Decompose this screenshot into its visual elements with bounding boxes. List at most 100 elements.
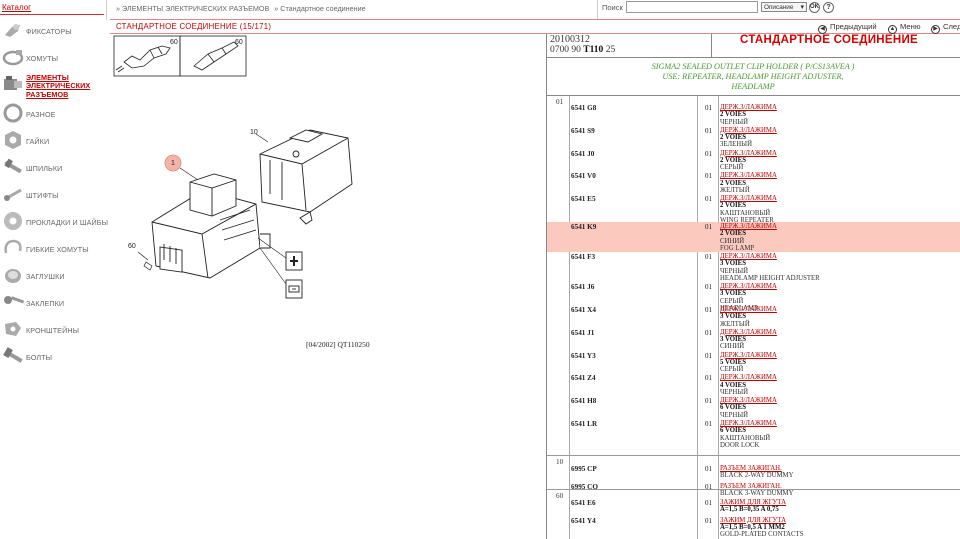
part-spec: 3 VOIES bbox=[720, 260, 746, 268]
part-type[interactable]: ДЕРЖ.З/ЛАЖИМА bbox=[720, 172, 777, 179]
sidebar-item[interactable]: БОЛТЫ bbox=[2, 345, 107, 369]
part-quantity: 01 bbox=[705, 149, 712, 158]
part-type[interactable]: ДЕРЖ.З/ЛАЖИМА bbox=[720, 420, 777, 427]
part-number[interactable]: 6541 V0 bbox=[571, 172, 596, 180]
part-quantity: 01 bbox=[705, 465, 712, 473]
part-number[interactable]: 6541 Y4 bbox=[571, 517, 596, 525]
part-type[interactable]: ДЕРЖ.З/ЛАЖИМА bbox=[720, 306, 777, 313]
catalog-title[interactable]: Каталог bbox=[2, 3, 31, 12]
part-number[interactable]: 6541 X4 bbox=[571, 306, 596, 314]
part-number[interactable]: 6541 J6 bbox=[571, 283, 594, 291]
part-type[interactable]: ДЕРЖ.З/ЛАЖИМА bbox=[720, 127, 777, 134]
part-type[interactable]: ДЕРЖ.З/ЛАЖИМА bbox=[720, 253, 820, 260]
sidebar-item[interactable]: ГИБКИЕ ХОМУТЫ bbox=[2, 237, 107, 261]
part-number[interactable]: 6541 G8 bbox=[571, 104, 596, 112]
sidebar-item[interactable]: ХОМУТЫ bbox=[2, 46, 107, 70]
table-row[interactable]: 6541 G8 01 ДЕРЖ.З/ЛАЖИМА 2 VOIES ЧЕРНЫЙ bbox=[547, 103, 960, 126]
table-row[interactable]: 6541 H8 01 ДЕРЖ.З/ЛАЖИМА 6 VOIES ЧЕРНЫЙ bbox=[547, 396, 960, 419]
part-quantity: 01 bbox=[705, 516, 712, 525]
table-row[interactable]: 6541 K9 01 ДЕРЖ.З/ЛАЖИМА 2 VOIES СИНИЙ FOG LA… bbox=[547, 222, 960, 253]
part-type[interactable]: ДЕРЖ.З/ЛАЖИМА bbox=[720, 150, 777, 157]
table-row[interactable]: 6541 J1 01 ДЕРЖ.З/ЛАЖИМА 3 VOIES СИНИЙ bbox=[547, 328, 960, 351]
part-number[interactable]: 6541 LR bbox=[571, 420, 597, 428]
sidebar-item[interactable]: ЗАГЛУШКИ bbox=[2, 264, 107, 288]
part-number[interactable]: 6541 E6 bbox=[571, 499, 596, 507]
table-row[interactable]: 6541 S9 01 ДЕРЖ.З/ЛАЖИМА 2 VOIES ЗЕЛЕНЫЙ bbox=[547, 126, 960, 149]
table-row[interactable]: 6541 X4 01 ДЕРЖ.З/ЛАЖИМА 3 VOIES ЖЕЛТЫЙ bbox=[547, 305, 960, 328]
part-number[interactable]: 6541 K9 bbox=[571, 223, 596, 231]
part-note: ЖЕЛТЫЙ bbox=[720, 320, 750, 328]
part-number[interactable]: 6541 H8 bbox=[571, 397, 596, 405]
part-number[interactable]: 6995 CP bbox=[571, 465, 597, 473]
part-60-drawing[interactable] bbox=[143, 261, 153, 271]
part-number[interactable]: 6541 Y3 bbox=[571, 352, 596, 360]
flexible-clamp-icon bbox=[4, 239, 22, 254]
table-row[interactable]: 6541 V0 01 ДЕРЖ.З/ЛАЖИМА 2 VOIES ЖЕЛТЫЙ bbox=[547, 171, 960, 194]
sidebar-item[interactable]: ФИКСАТОРЫ bbox=[2, 19, 107, 43]
part-note: ЖЕЛТЫЙ bbox=[720, 186, 750, 194]
sidebar-item[interactable]: ШТИФТЫ bbox=[2, 183, 107, 207]
part-10-drawing[interactable] bbox=[259, 129, 353, 225]
part-type[interactable]: ДЕРЖ.З/ЛАЖИМА bbox=[720, 195, 777, 202]
part-type[interactable]: ДЕРЖ.З/ЛАЖИМА bbox=[720, 283, 777, 290]
info-divider bbox=[711, 34, 712, 58]
table-row[interactable]: 6541 J0 01 ДЕРЖ.З/ЛАЖИМА 2 VOIES СЕРЫЙ bbox=[547, 149, 960, 172]
table-row[interactable]: 6541 E6 01 ЗАЖИМ ДЛЯ ЖГУТА A=1,5 B=0,35 A 0… bbox=[547, 498, 960, 516]
part-type[interactable]: ЗАЖИМ ДЛЯ ЖГУТА bbox=[720, 499, 786, 506]
sidebar-item[interactable]: ЗАКЛЕПКИ bbox=[2, 291, 107, 315]
part-quantity: 01 bbox=[705, 397, 712, 406]
table-row[interactable]: 6541 Y4 01 ЗАЖИМ ДЛЯ ЖГУТА A=1,5 B=0,5 A 1 … bbox=[547, 516, 960, 539]
plug-symbol-icon bbox=[285, 251, 303, 271]
table-row[interactable]: 6541 J6 01 ДЕРЖ.З/ЛАЖИМА 3 VOIES СЕРЫЙ HEADLA… bbox=[547, 282, 960, 312]
next-link[interactable]: ▶ След bbox=[931, 22, 960, 34]
nut-icon bbox=[5, 131, 21, 149]
sidebar-item[interactable]: КРОНШТЕЙНЫ bbox=[2, 318, 107, 342]
part-type[interactable]: ЗАЖИМ ДЛЯ ЖГУТА bbox=[720, 517, 803, 524]
part-type[interactable]: ДЕРЖ.З/ЛАЖИМА bbox=[720, 374, 777, 381]
part-1-drawing[interactable] bbox=[151, 173, 271, 279]
part-type[interactable]: ДЕРЖ.З/ЛАЖИМА bbox=[720, 104, 777, 111]
table-row[interactable]: 6541 E5 01 ДЕРЖ.З/ЛАЖИМА 2 VOIES КАШТАНОВЫЙ W… bbox=[547, 194, 960, 224]
breadcrumb-item-connectors[interactable]: » ЭЛЕМЕНТЫ ЭЛЕКТРИЧЕСКИХ РАЗЪЕМОВ bbox=[116, 4, 269, 13]
part-type[interactable]: РАЗЪЕМ ЗАЖИГАН. bbox=[720, 465, 794, 472]
search-input[interactable] bbox=[626, 1, 758, 13]
table-row[interactable]: 6541 Y3 01 ДЕРЖ.З/ЛАЖИМА 5 VOIES СЕРЫЙ bbox=[547, 351, 960, 374]
sidebar-item[interactable]: ПРОКЛАДКИ И ШАЙБЫ bbox=[2, 210, 108, 234]
part-number[interactable]: 6541 E5 bbox=[571, 195, 596, 203]
search-mode-select[interactable]: Описание bbox=[761, 2, 807, 12]
menu-link[interactable]: ▲ Меню bbox=[888, 22, 921, 34]
sidebar-item-label: ГАЙКИ bbox=[26, 137, 50, 146]
part-number[interactable]: 6541 J0 bbox=[571, 150, 594, 158]
breadcrumb-item-standard: » Стандартное соединение bbox=[274, 4, 366, 13]
search-ok-button[interactable]: OK bbox=[809, 2, 820, 13]
section-title: СТАНДАРТНОЕ СОЕДИНЕНИЕ bbox=[740, 34, 918, 46]
part-description: РАЗЪЕМ ЗАЖИГАН. BLACK 2-WAY DUMMY bbox=[720, 465, 794, 480]
table-row[interactable]: 6995 CQ 01 РАЗЪЕМ ЗАЖИГАН. BLACK 3-WAY DUMM… bbox=[547, 482, 960, 500]
part-number[interactable]: 6541 Z4 bbox=[571, 374, 596, 382]
part-note: СЕРЫЙ bbox=[720, 297, 744, 305]
part-description: ДЕРЖ.З/ЛАЖИМА 3 VOIES ЖЕЛТЫЙ bbox=[720, 306, 777, 328]
part-number[interactable]: 6541 F3 bbox=[571, 253, 595, 261]
table-row[interactable]: 6541 Z4 01 ДЕРЖ.З/ЛАЖИМА 4 VOIES ЧЕРНЫЙ bbox=[547, 373, 960, 396]
part-number[interactable]: 6541 S9 bbox=[571, 127, 595, 135]
sidebar-item-label: ГИБКИЕ ХОМУТЫ bbox=[26, 245, 89, 254]
part-number[interactable]: 6541 J1 bbox=[571, 329, 594, 337]
part-type[interactable]: ДЕРЖ.З/ЛАЖИМА bbox=[720, 223, 777, 230]
sidebar-item[interactable]: ШПИЛЬКИ bbox=[2, 156, 107, 180]
parts-table: 01 6541 G8 01 ДЕРЖ.З/ЛАЖИМА 2 VOIES ЧЕРНЫЙ 654… bbox=[547, 96, 960, 539]
thumbnail-box[interactable] bbox=[113, 35, 247, 77]
catalog-code: 20100312 bbox=[550, 34, 590, 45]
table-row[interactable]: 6541 LR 01 ДЕРЖ.З/ЛАЖИМА 6 VOIES КАШТАНОВЫЙ D… bbox=[547, 419, 960, 449]
part-spec: 6 VOIES bbox=[720, 427, 746, 435]
part-type[interactable]: ДЕРЖ.З/ЛАЖИМА bbox=[720, 352, 777, 359]
reference-code: 0700 90 T110 25 bbox=[550, 45, 616, 55]
sidebar-item[interactable]: ЭЛЕМЕНТЫ ЭЛЕКТРИЧЕСКИХ РАЗЪЕМОВ bbox=[2, 73, 107, 99]
prev-link[interactable]: ◀ Предыдущий bbox=[818, 22, 877, 34]
part-type[interactable]: ДЕРЖ.З/ЛАЖИМА bbox=[720, 329, 777, 336]
part-type[interactable]: ДЕРЖ.З/ЛАЖИМА bbox=[720, 397, 777, 404]
sidebar-item[interactable]: РАЗНОЕ bbox=[2, 102, 107, 126]
help-button[interactable]: ? bbox=[823, 2, 834, 13]
table-row[interactable]: 6541 F3 01 ДЕРЖ.З/ЛАЖИМА 3 VOIES ЧЕРНЫЙ HEADL… bbox=[547, 252, 960, 282]
sidebar-item[interactable]: ГАЙКИ bbox=[2, 129, 107, 153]
table-row[interactable]: 6995 CP 01 РАЗЪЕМ ЗАЖИГАН. BLACK 2-WAY DUMM… bbox=[547, 464, 960, 482]
